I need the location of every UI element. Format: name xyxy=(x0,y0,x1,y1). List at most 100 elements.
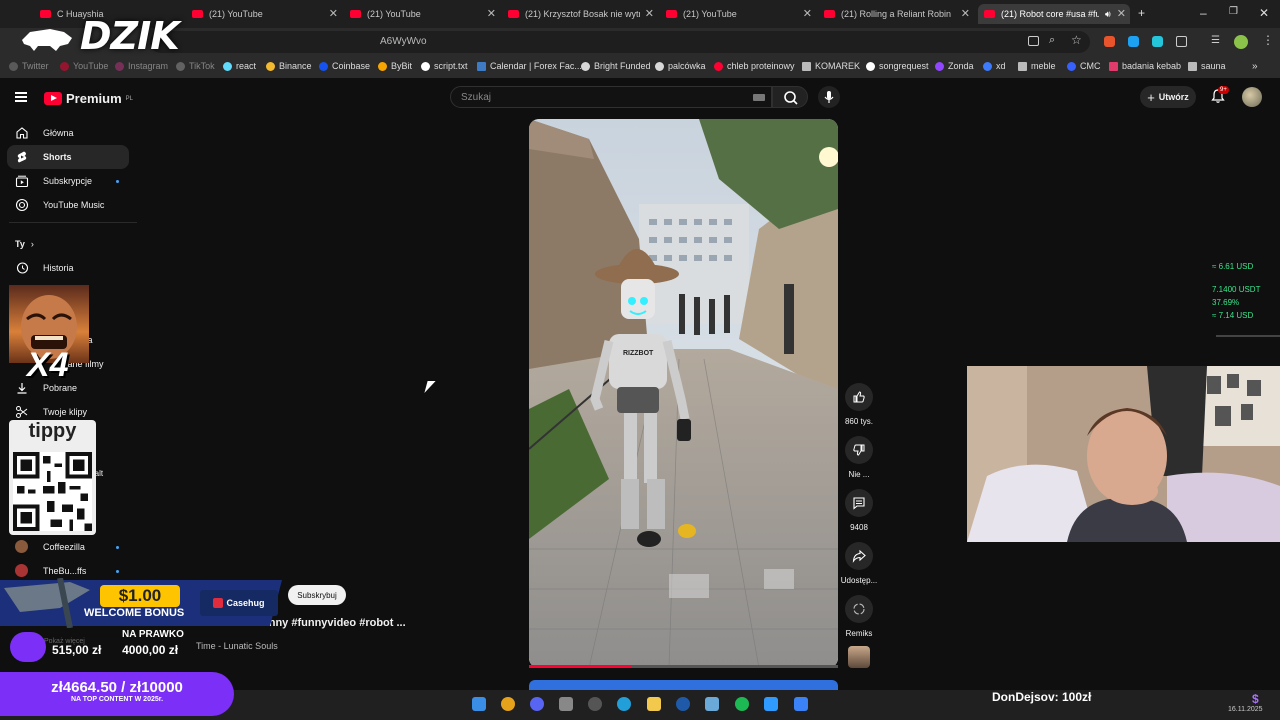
chrome-icon[interactable] xyxy=(501,697,515,711)
windows-start-icon[interactable] xyxy=(472,697,486,711)
bookmark-songrequest[interactable]: songrequest xyxy=(866,61,929,71)
close-tab-icon[interactable]: ✕ xyxy=(961,7,970,20)
bookmark-zonda[interactable]: Zonda xyxy=(935,61,974,71)
subscribe-button[interactable]: Subskrybuj xyxy=(288,585,346,605)
sidebar-divider xyxy=(9,222,137,223)
bookmark-star-icon[interactable]: ☆ xyxy=(1071,33,1082,47)
account-avatar[interactable] xyxy=(1242,87,1262,107)
bookmark-react[interactable]: react xyxy=(223,61,256,71)
sidebar-item-home[interactable]: Główna xyxy=(7,121,129,145)
shorts-icon xyxy=(17,151,27,163)
browser-tab-active[interactable]: (21) Robot core #usa #funn 🔊︎ ✕ xyxy=(978,4,1130,24)
bookmark-chleb[interactable]: chleb proteinowy xyxy=(714,61,795,71)
more-bookmarks-icon[interactable]: » xyxy=(1252,61,1258,72)
create-button[interactable]: + Utwórz xyxy=(1140,86,1196,108)
notepad-icon[interactable] xyxy=(764,697,778,711)
zoom-icon[interactable]: ⌕ xyxy=(1049,34,1055,47)
bookmark-xd[interactable]: xd xyxy=(983,61,1006,71)
close-window-icon[interactable]: ✕ xyxy=(1259,6,1269,20)
minimize-icon[interactable]: – xyxy=(1200,6,1207,20)
boar-logo-icon xyxy=(22,29,72,51)
bookmark-palcowka[interactable]: palcówka xyxy=(655,61,706,71)
bookmark-badania-kebab[interactable]: badania kebab xyxy=(1109,61,1181,71)
voice-search-button[interactable] xyxy=(818,86,840,108)
app-icon[interactable] xyxy=(705,697,719,711)
close-tab-icon[interactable]: ✕ xyxy=(487,7,496,20)
bookmark-script[interactable]: script.txt xyxy=(421,61,468,71)
extension-icon[interactable] xyxy=(1152,36,1163,47)
kebab-menu-icon[interactable]: ⋮ xyxy=(1262,33,1274,47)
bookmark-bybit[interactable]: ByBit xyxy=(378,61,412,71)
casehug-icon xyxy=(213,598,224,608)
file-explorer-icon[interactable] xyxy=(647,697,661,711)
new-tab-icon[interactable]: + xyxy=(1138,6,1145,20)
video-progress-bar[interactable] xyxy=(529,665,838,668)
close-tab-icon[interactable]: ✕ xyxy=(329,7,338,20)
remix-button[interactable]: Remiks xyxy=(840,595,878,638)
channel-avatar xyxy=(15,564,28,577)
browser-tab[interactable]: (21) YouTube ✕ xyxy=(192,4,338,24)
search-input[interactable]: Szukaj xyxy=(450,86,772,108)
sidebar-sub-coffeezilla[interactable]: Coffeezilla xyxy=(7,535,129,559)
globe-icon xyxy=(655,61,664,71)
youtube-favicon-icon xyxy=(824,10,835,18)
bookmark-youtube[interactable]: YouTube xyxy=(60,61,108,71)
browser-tab[interactable]: (21) Krzysztof Bosak nie wytrzym ✕ xyxy=(508,4,654,24)
microphone-icon xyxy=(824,91,834,103)
sound-thumbnail[interactable] xyxy=(848,646,870,668)
next-short-preview[interactable] xyxy=(529,680,838,690)
close-tab-icon[interactable]: ✕ xyxy=(803,7,812,20)
sidebar-item-history[interactable]: Historia xyxy=(7,256,129,280)
obs-icon[interactable] xyxy=(588,697,602,711)
extension-icon[interactable] xyxy=(1128,36,1139,47)
bookmark-cmc[interactable]: CMC xyxy=(1067,61,1101,71)
address-bar[interactable]: A6WyWvo xyxy=(150,31,1090,53)
bookmark-meble[interactable]: meble xyxy=(1018,61,1056,71)
dislike-button[interactable]: Nie ... xyxy=(840,436,878,479)
reading-list-icon[interactable]: ☰ xyxy=(1211,35,1220,46)
extension-icon[interactable] xyxy=(1104,36,1115,47)
browser-tab[interactable]: (21) YouTube ✕ xyxy=(666,4,812,24)
spotify-icon[interactable] xyxy=(735,697,749,711)
bookmark-binance[interactable]: Binance xyxy=(266,61,312,71)
browser-tab[interactable]: (21) Rolling a Reliant Robin | To ✕ xyxy=(824,4,970,24)
telegram-icon[interactable] xyxy=(617,697,631,711)
bookmark-sauna[interactable]: sauna xyxy=(1188,61,1226,71)
bookmark-instagram[interactable]: Instagram xyxy=(115,61,168,71)
youtube-header: Premium PL Szukaj + Utwórz 9+ xyxy=(0,78,1280,118)
maximize-icon[interactable]: ❐ xyxy=(1229,6,1238,17)
share-button[interactable]: Udostęp... xyxy=(840,542,878,585)
subscriptions-icon xyxy=(15,175,29,188)
speaker-icon[interactable]: 🔊︎ xyxy=(1105,9,1111,20)
like-button[interactable]: 860 tys. xyxy=(840,383,878,426)
sidebar-item-youtube-music[interactable]: YouTube Music xyxy=(7,193,129,217)
profile-avatar[interactable] xyxy=(1234,35,1248,49)
discord-icon[interactable] xyxy=(530,697,544,711)
bookmark-calendar[interactable]: Calendar | Forex Fac... xyxy=(477,61,582,71)
tippy-logo: tippy xyxy=(28,420,77,442)
hamburger-menu-icon[interactable] xyxy=(15,92,27,102)
edge-icon[interactable] xyxy=(676,697,690,711)
bookmark-tiktok[interactable]: TikTok xyxy=(176,61,215,71)
browser-tab[interactable]: (21) YouTube ✕ xyxy=(350,4,496,24)
sidebar-item-shorts[interactable]: Shorts xyxy=(7,145,129,169)
bookmark-bright-funded[interactable]: Bright Funded xyxy=(581,61,651,71)
bookmark-twitter[interactable]: Twitter xyxy=(9,61,49,71)
comments-button[interactable]: 9408 xyxy=(840,489,878,532)
app-icon[interactable] xyxy=(559,697,573,711)
search-button[interactable] xyxy=(772,86,808,108)
close-tab-icon[interactable]: ✕ xyxy=(1117,7,1126,20)
keyboard-icon[interactable] xyxy=(753,94,765,101)
cast-icon[interactable] xyxy=(1028,36,1039,46)
bookmark-coinbase[interactable]: Coinbase xyxy=(319,61,370,71)
sidebar-section-you[interactable]: Ty › xyxy=(7,232,129,256)
close-tab-icon[interactable]: ✕ xyxy=(645,7,654,20)
short-video-player[interactable]: RIZZBOT xyxy=(529,119,838,668)
extensions-puzzle-icon[interactable] xyxy=(1176,36,1187,47)
youtube-logo[interactable]: Premium PL xyxy=(44,91,133,106)
youtube-play-icon xyxy=(44,92,62,105)
youtube-icon xyxy=(714,61,723,71)
sidebar-item-subscriptions[interactable]: Subskrypcje xyxy=(7,169,129,193)
app-icon[interactable] xyxy=(794,697,808,711)
bookmark-komarek[interactable]: KOMAREK xyxy=(802,61,860,71)
